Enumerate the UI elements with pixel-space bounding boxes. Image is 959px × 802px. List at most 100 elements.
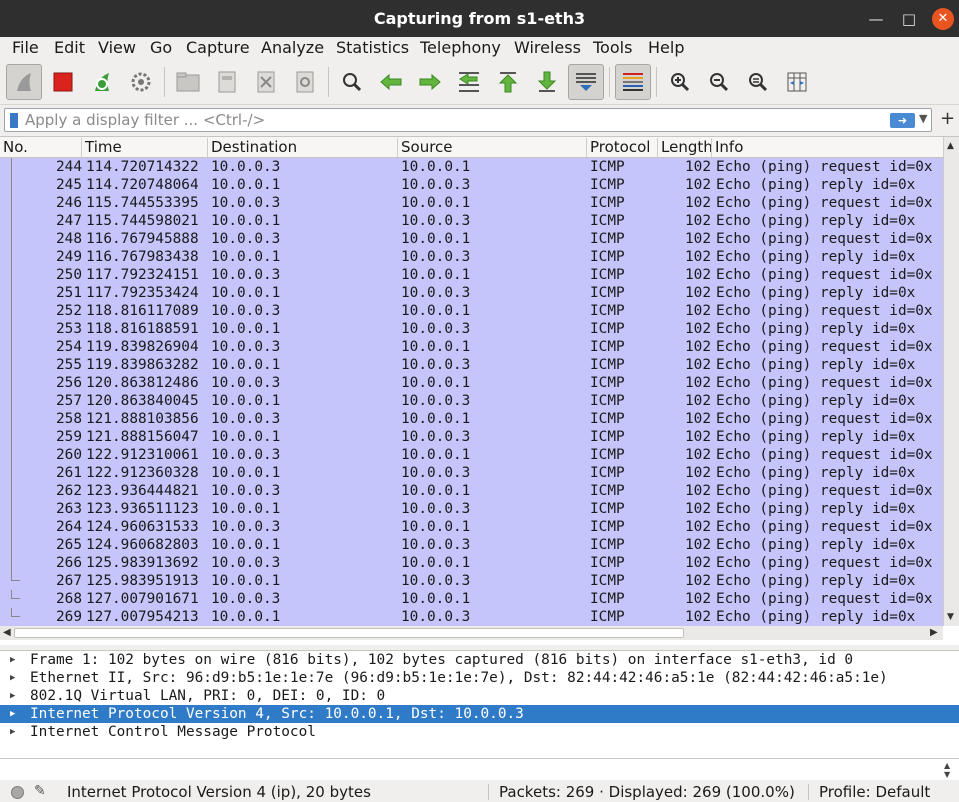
minimize-icon[interactable]: — [865,8,887,30]
resize-columns-icon[interactable] [779,64,815,100]
add-filter-button-plus-icon[interactable]: + [940,108,955,129]
expand-arrow-icon[interactable]: ▶ [10,669,15,687]
detail-tree-item[interactable]: ▶ Internet Control Message Protocol [0,723,959,741]
start-capture-fin-icon[interactable] [6,64,42,100]
colorize-packets-icon[interactable] [615,64,651,100]
menu-wireless[interactable]: Wireless [514,38,581,57]
detail-tree-item[interactable]: ▶ 802.1Q Virtual LAN, PRI: 0, DEI: 0, ID:… [0,687,959,705]
table-row[interactable]: 267 125.983951913 10.0.0.1 10.0.0.3 ICMP 102 E… [0,572,943,590]
expand-arrow-icon[interactable]: ▶ [10,651,15,669]
table-row[interactable]: 261 122.912360328 10.0.0.1 10.0.0.3 ICMP 102 E… [0,464,943,482]
go-back-arrow-icon[interactable] [373,64,409,100]
column-header-no[interactable]: No. [0,138,82,158]
display-filter-input[interactable] [25,110,885,130]
column-header-time[interactable]: Time [82,138,208,158]
table-row[interactable]: 249 116.767983438 10.0.0.1 10.0.0.3 ICMP 102 E… [0,248,943,266]
expand-arrow-icon[interactable]: ▶ [10,705,15,723]
table-row[interactable]: 269 127.007954213 10.0.0.1 10.0.0.3 ICMP 102 E… [0,608,943,626]
table-row[interactable]: 265 124.960682803 10.0.0.1 10.0.0.3 ICMP 102 E… [0,536,943,554]
table-row[interactable]: 251 117.792353424 10.0.0.1 10.0.0.3 ICMP 102 E… [0,284,943,302]
table-row[interactable]: 252 118.816117089 10.0.0.3 10.0.0.1 ICMP 102 E… [0,302,943,320]
packet-time: 114.720714322 [86,159,199,175]
menu-help[interactable]: Help [648,38,684,57]
horizontal-scroll-thumb[interactable] [14,628,684,638]
menu-analyze[interactable]: Analyze [261,38,324,57]
packet-list-horizontal-scrollbar[interactable]: ◀ ▶ [0,626,943,640]
column-header-info[interactable]: Info [712,138,943,158]
close-file-icon[interactable] [248,64,284,100]
zoom-out-icon[interactable] [701,64,737,100]
normal-size-icon[interactable] [740,64,776,100]
table-row[interactable]: 260 122.912310061 10.0.0.3 10.0.0.1 ICMP 102 E… [0,446,943,464]
go-first-packet-icon[interactable] [490,64,526,100]
capture-comment-edit-icon[interactable]: ✎ [34,783,46,799]
open-file-icon[interactable] [170,64,206,100]
packet-time: 116.767945888 [86,231,199,247]
table-row[interactable]: 262 123.936444821 10.0.0.3 10.0.0.1 ICMP 102 E… [0,482,943,500]
table-row[interactable]: 266 125.983913692 10.0.0.3 10.0.0.1 ICMP 102 E… [0,554,943,572]
detail-tree-item[interactable]: ▶ Frame 1: 102 bytes on wire (816 bits), … [0,651,959,669]
auto-scroll-icon[interactable] [568,64,604,100]
table-row[interactable]: 268 127.007901671 10.0.0.3 10.0.0.1 ICMP 102 E… [0,590,943,608]
close-icon[interactable]: ✕ [932,8,954,30]
expand-arrow-icon[interactable]: ▶ [10,723,15,741]
table-row[interactable]: 255 119.839863282 10.0.0.1 10.0.0.3 ICMP 102 E… [0,356,943,374]
table-row[interactable]: 245 114.720748064 10.0.0.1 10.0.0.3 ICMP 102 E… [0,176,943,194]
table-row[interactable]: 244 114.720714322 10.0.0.3 10.0.0.1 ICMP 102 E… [0,158,943,176]
menu-statistics[interactable]: Statistics [336,38,409,57]
filter-history-chevron-down-icon[interactable]: ▼ [919,112,927,125]
menu-capture[interactable]: Capture [186,38,250,57]
packet-destination: 10.0.0.1 [211,429,281,445]
expand-arrow-icon[interactable]: ▶ [10,687,15,705]
filter-bookmark-icon[interactable] [10,113,18,128]
table-row[interactable]: 254 119.839826904 10.0.0.3 10.0.0.1 ICMP 102 E… [0,338,943,356]
table-row[interactable]: 250 117.792324151 10.0.0.3 10.0.0.1 ICMP 102 E… [0,266,943,284]
scroll-up-icon[interactable]: ▲ [947,141,954,151]
column-header-length[interactable]: Length [658,138,712,158]
table-row[interactable]: 247 115.744598021 10.0.0.1 10.0.0.3 ICMP 102 E… [0,212,943,230]
packet-list-vertical-scrollbar[interactable]: ▲ ▼ [943,137,959,626]
menu-go[interactable]: Go [150,38,172,57]
table-row[interactable]: 258 121.888103856 10.0.0.3 10.0.0.1 ICMP 102 E… [0,410,943,428]
table-row[interactable]: 263 123.936511123 10.0.0.1 10.0.0.3 ICMP 102 E… [0,500,943,518]
packet-time: 125.983913692 [86,555,199,571]
go-to-packet-icon[interactable] [451,64,487,100]
menu-view[interactable]: View [98,38,136,57]
table-row[interactable]: 264 124.960631533 10.0.0.3 10.0.0.1 ICMP 102 E… [0,518,943,536]
find-packet-search-icon[interactable] [334,64,370,100]
scroll-right-icon[interactable]: ▶ [930,627,938,638]
scroll-down-icon[interactable]: ▼ [947,612,954,622]
table-row[interactable]: 259 121.888156047 10.0.0.1 10.0.0.3 ICMP 102 E… [0,428,943,446]
maximize-icon[interactable]: □ [898,8,920,30]
expert-info-status-icon[interactable] [11,786,24,799]
bytes-pane-scroll-icon[interactable]: ▲ ▼ [944,761,950,779]
restart-capture-icon[interactable] [84,64,120,100]
table-row[interactable]: 246 115.744553395 10.0.0.3 10.0.0.1 ICMP 102 E… [0,194,943,212]
table-row[interactable]: 256 120.863812486 10.0.0.3 10.0.0.1 ICMP 102 E… [0,374,943,392]
menu-file[interactable]: File [12,38,39,57]
apply-filter-arrow-icon[interactable]: ➜ [890,113,915,128]
packet-length: 102 [685,519,711,535]
packet-length: 102 [685,159,711,175]
scroll-left-icon[interactable]: ◀ [3,627,11,638]
go-last-packet-icon[interactable] [529,64,565,100]
column-header-destination[interactable]: Destination [208,138,398,158]
table-row[interactable]: 257 120.863840045 10.0.0.1 10.0.0.3 ICMP 102 E… [0,392,943,410]
detail-tree-item[interactable]: ▶ Internet Protocol Version 4, Src: 10.0.… [0,705,959,723]
go-forward-arrow-icon[interactable] [412,64,448,100]
table-row[interactable]: 248 116.767945888 10.0.0.3 10.0.0.1 ICMP 102 E… [0,230,943,248]
stop-capture-icon[interactable] [45,64,81,100]
menu-telephony[interactable]: Telephony [420,38,501,57]
reload-file-icon[interactable] [287,64,323,100]
detail-tree-item[interactable]: ▶ Ethernet II, Src: 96:d9:b5:1e:1e:7e (96… [0,669,959,687]
menu-tools[interactable]: Tools [593,38,632,57]
column-header-source[interactable]: Source [398,138,587,158]
table-row[interactable]: 253 118.816188591 10.0.0.1 10.0.0.3 ICMP 102 E… [0,320,943,338]
zoom-in-icon[interactable] [662,64,698,100]
packet-protocol: ICMP [590,555,625,571]
menu-edit[interactable]: Edit [54,38,85,57]
status-profile[interactable]: Profile: Default [819,783,930,801]
save-file-icon[interactable] [209,64,245,100]
capture-options-gear-icon[interactable] [123,64,159,100]
column-header-protocol[interactable]: Protocol [587,138,658,158]
